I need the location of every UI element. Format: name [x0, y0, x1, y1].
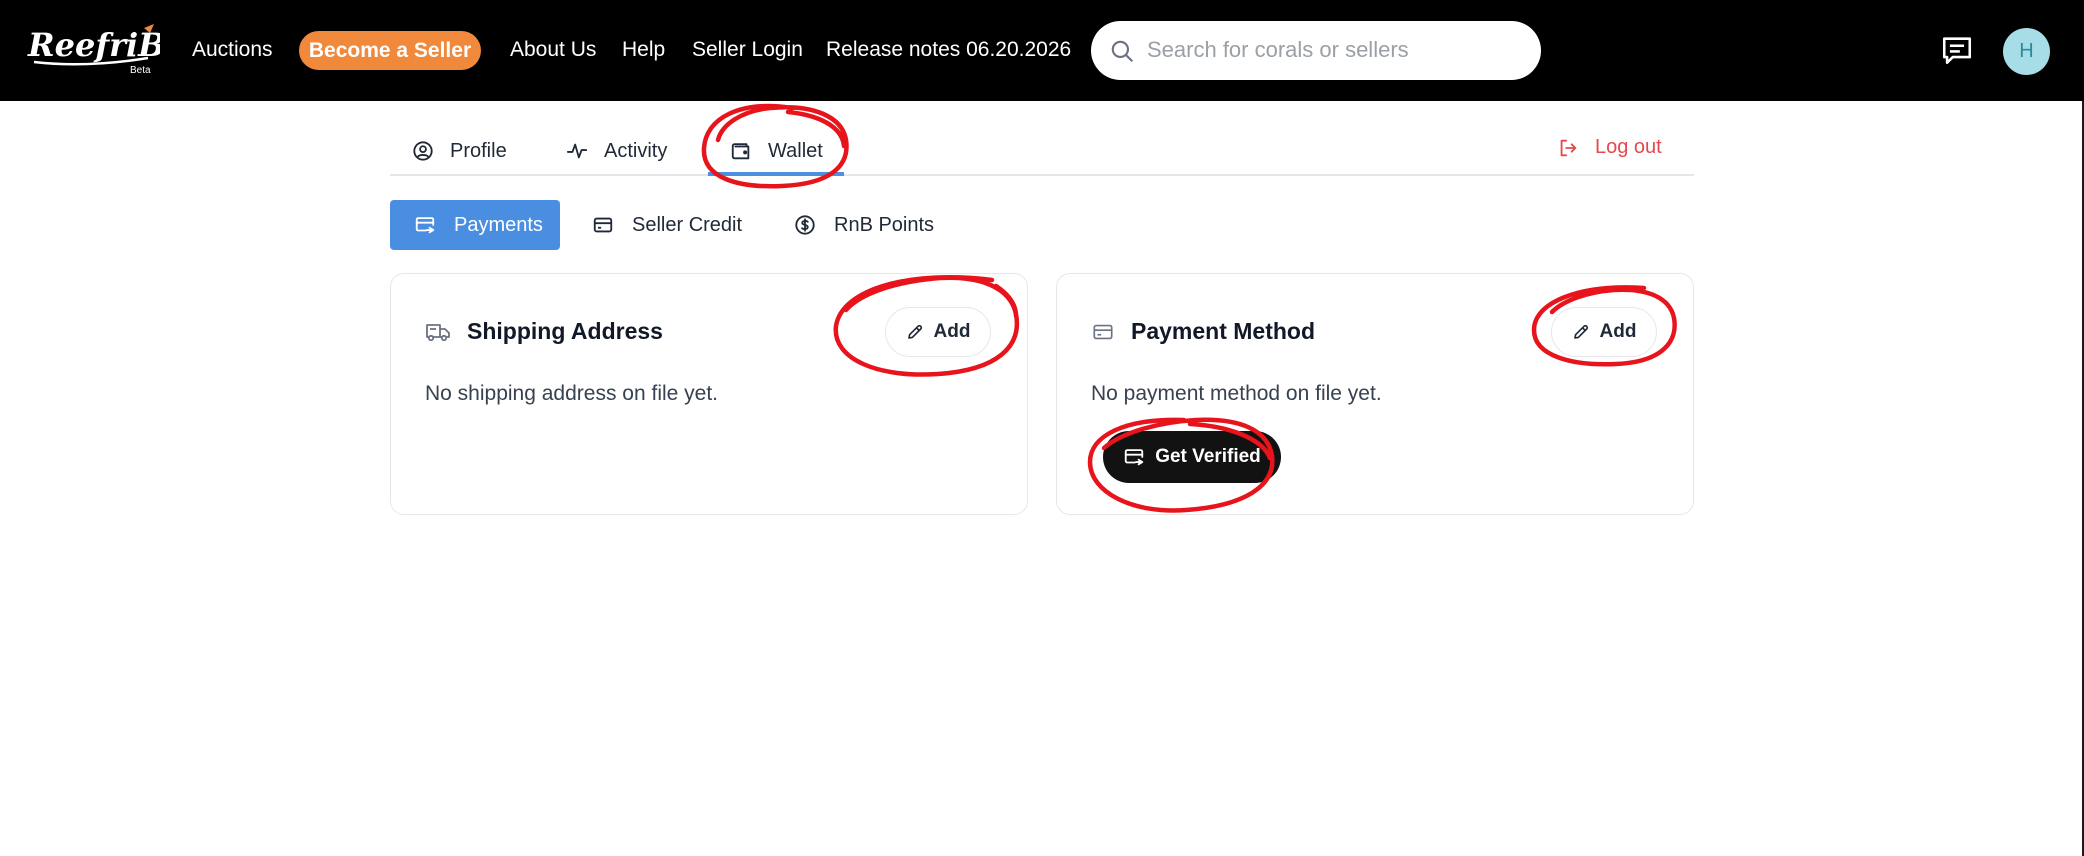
get-verified-button[interactable]: Get Verified	[1103, 431, 1281, 483]
subtab-payments[interactable]: Payments	[390, 200, 560, 250]
shipping-address-card: Shipping Address Add No shipping address…	[390, 273, 1028, 515]
credit-card-icon	[1093, 324, 1113, 339]
nav-seller-login-link[interactable]: Seller Login	[692, 36, 803, 64]
nav-about-link[interactable]: About Us	[510, 36, 596, 64]
become-seller-button[interactable]: Become a Seller	[299, 31, 481, 70]
add-shipping-label: Add	[933, 321, 971, 342]
active-tab-indicator	[708, 172, 844, 176]
shipping-address-title-text: Shipping Address	[467, 318, 663, 344]
messages-icon[interactable]	[1939, 33, 1975, 67]
subtab-rnb-points[interactable]: RnB Points	[794, 200, 934, 250]
search-input[interactable]	[1147, 31, 1527, 69]
tabs-divider	[390, 174, 1694, 176]
logo-beta-badge: Beta	[130, 65, 151, 76]
search-bar[interactable]	[1091, 21, 1541, 80]
nav-help-link[interactable]: Help	[622, 36, 665, 64]
add-payment-label: Add	[1599, 321, 1637, 342]
add-shipping-address-button[interactable]: Add	[885, 307, 991, 357]
nav-release-notes-link[interactable]: Release notes 06.20.2026	[826, 36, 1071, 64]
add-payment-method-button[interactable]: Add	[1551, 307, 1657, 357]
payment-method-title: Payment Method	[1091, 318, 1315, 345]
pencil-icon	[1573, 324, 1588, 339]
shipping-empty-message: No shipping address on file yet.	[425, 382, 719, 405]
red-annotation-overlay	[701, 103, 1677, 513]
nav-auctions-link[interactable]: Auctions	[192, 36, 273, 64]
shipping-address-title: Shipping Address	[425, 318, 663, 345]
pencil-icon	[907, 324, 922, 339]
logout-icon	[1560, 139, 1577, 156]
wallet-icon	[731, 143, 750, 160]
logout-button[interactable]: Log out	[1557, 136, 1662, 159]
subtab-seller-credit-label: Seller Credit	[632, 213, 743, 236]
subtab-seller-credit[interactable]: Seller Credit	[592, 200, 742, 250]
tab-activity[interactable]: Activity	[566, 134, 667, 168]
tab-activity-label: Activity	[604, 139, 668, 162]
card-transfer-icon	[415, 217, 435, 234]
tab-wallet[interactable]: Wallet	[730, 134, 823, 168]
payment-empty-message: No payment method on file yet.	[1091, 382, 1382, 405]
payment-method-title-text: Payment Method	[1131, 318, 1316, 344]
card-transfer-icon	[1125, 449, 1144, 466]
reefribid-logo[interactable]: ReefriBid Beta	[26, 22, 160, 76]
logout-label: Log out	[1595, 136, 1662, 158]
subtab-payments-label: Payments	[454, 213, 543, 236]
top-navigation-bar: ReefriBid Beta Auctions Become a Seller …	[0, 0, 2084, 101]
search-icon	[1111, 40, 1134, 63]
subtab-rnb-points-label: RnB Points	[834, 213, 935, 236]
page: ReefriBid Beta Auctions Become a Seller …	[0, 0, 2084, 856]
get-verified-label: Get Verified	[1155, 446, 1261, 467]
activity-pulse-icon	[566, 143, 588, 159]
truck-icon	[426, 323, 450, 341]
credit-card-icon	[593, 217, 613, 233]
user-avatar[interactable]: H	[2003, 28, 2050, 75]
user-circle-icon	[413, 141, 433, 161]
tab-profile-label: Profile	[450, 139, 507, 162]
tab-profile[interactable]: Profile	[412, 134, 507, 168]
dollar-coin-icon	[795, 215, 815, 235]
tab-wallet-label: Wallet	[768, 139, 823, 162]
